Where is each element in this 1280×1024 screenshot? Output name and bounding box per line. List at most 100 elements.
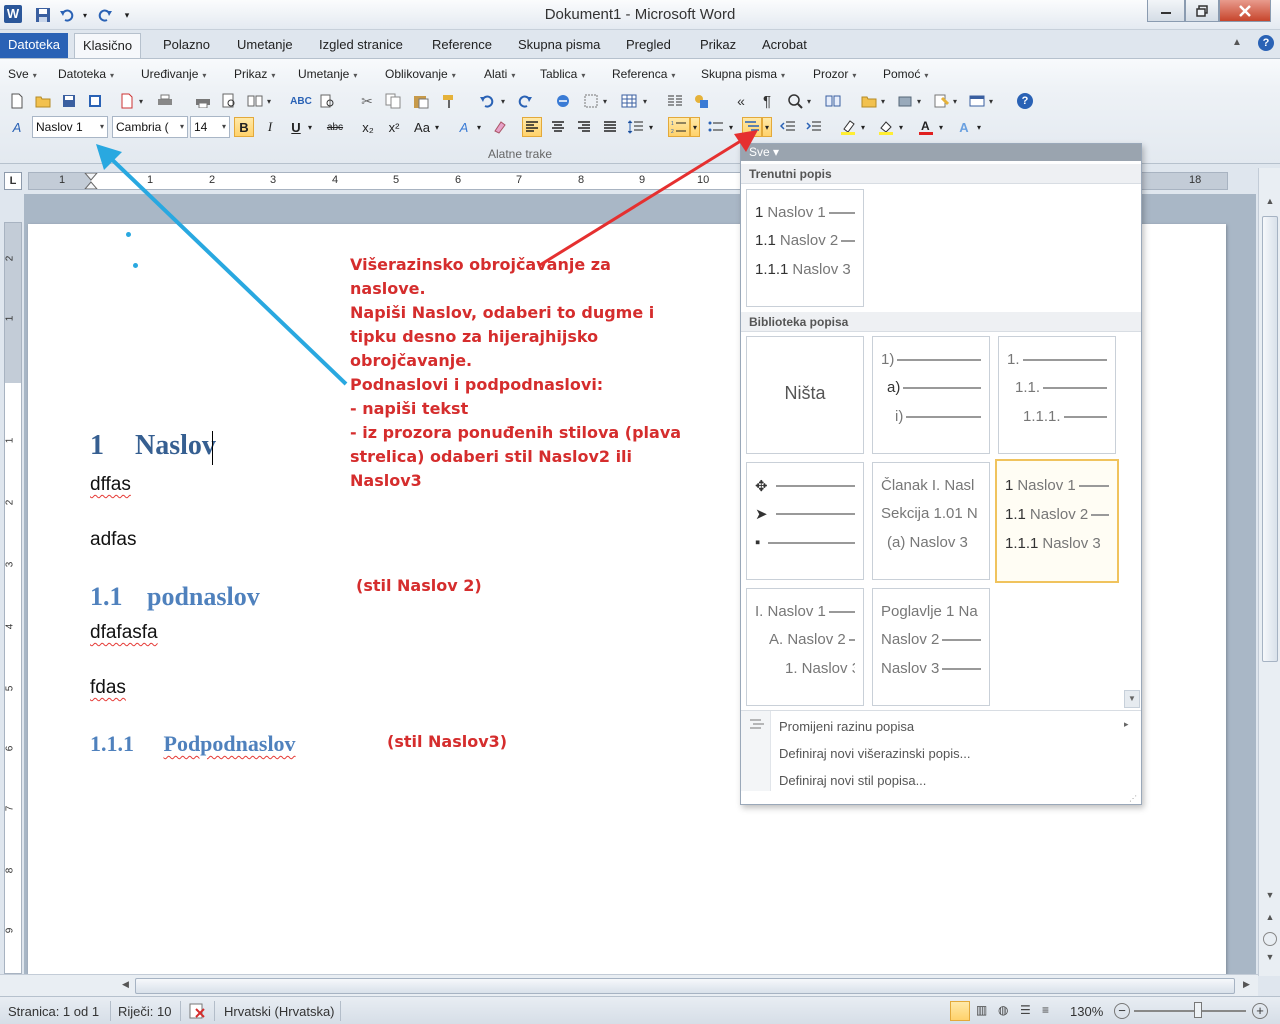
drawing-icon[interactable] [692, 92, 710, 110]
vertical-scroll-thumb[interactable] [1262, 216, 1278, 662]
vertical-ruler[interactable]: 2 1 1 2 3 4 5 6 7 8 9 [4, 222, 22, 974]
underline-dropdown-icon[interactable]: ▾ [305, 117, 315, 137]
font-size-combo[interactable]: 14 ▾ [190, 116, 230, 138]
menu-prikaz[interactable]: Prikaz ▾ [234, 67, 275, 81]
list-style-none[interactable]: Ništa [746, 336, 864, 454]
draft-view-icon[interactable]: ≡ [1042, 1003, 1049, 1017]
folder-icon[interactable] [860, 92, 878, 110]
highlight-dropdown-icon[interactable]: ▾ [858, 117, 868, 137]
menu-sve[interactable]: Sve ▾ [8, 67, 37, 81]
tab-selector[interactable]: L [4, 172, 22, 190]
zoom-slider[interactable] [1134, 1010, 1246, 1012]
research-icon[interactable] [318, 92, 336, 110]
cut-icon[interactable]: ✂ [358, 92, 376, 110]
window-dropdown-icon[interactable]: ▾ [986, 92, 996, 110]
folder-dropdown-icon[interactable]: ▾ [878, 92, 888, 110]
paragraph[interactable]: dffas [90, 474, 131, 496]
scroll-left-icon[interactable]: ◀ [122, 979, 129, 990]
list-style-bullets[interactable]: ✥ ➤ ▪ [746, 462, 864, 580]
help-icon[interactable]: ? [1258, 35, 1274, 51]
borders-dropdown-icon[interactable]: ▾ [600, 92, 610, 110]
restore-button[interactable] [1185, 0, 1219, 22]
reading-view-icon[interactable] [824, 92, 842, 110]
text-glow-icon[interactable]: A [954, 117, 974, 137]
highlight-icon[interactable] [838, 117, 858, 137]
text-effects-dropdown-icon[interactable]: ▾ [474, 117, 484, 137]
bullets-dropdown-icon[interactable]: ▾ [726, 117, 736, 137]
browse-object-icon[interactable] [1263, 932, 1277, 946]
justify-button[interactable] [600, 117, 620, 137]
format-painter-icon[interactable] [440, 92, 458, 110]
vertical-scrollbar[interactable]: ▲ ▼ ▲ ▼ [1258, 168, 1280, 976]
tab-izgled-stranice[interactable]: Izgled stranice [311, 33, 411, 58]
menu-tablica[interactable]: Tablica ▾ [540, 67, 585, 81]
tab-prikaz[interactable]: Prikaz [692, 33, 744, 58]
scroll-right-icon[interactable]: ▶ [1243, 979, 1250, 990]
line-spacing-dropdown-icon[interactable]: ▾ [646, 117, 656, 137]
menu-prozor[interactable]: Prozor ▾ [813, 67, 856, 81]
copy-icon[interactable] [384, 92, 402, 110]
multilevel-list-dropdown-icon[interactable]: ▾ [762, 117, 772, 137]
resize-grip-icon[interactable]: ⋰ [1129, 794, 1137, 803]
menu-referenca[interactable]: Referenca ▾ [612, 67, 675, 81]
insert-table-icon[interactable] [620, 92, 638, 110]
window-icon[interactable] [968, 92, 986, 110]
numbering-button[interactable]: 12 [668, 117, 690, 137]
indent-marker-icon[interactable] [83, 173, 99, 189]
zoom-dropdown-icon[interactable]: ▾ [804, 92, 814, 110]
read-mode-dropdown-icon[interactable]: ▾ [264, 92, 274, 110]
print-icon[interactable] [156, 92, 174, 110]
horizontal-scroll-thumb[interactable] [135, 978, 1235, 994]
align-right-button[interactable] [574, 117, 594, 137]
zoom-slider-thumb[interactable] [1194, 1002, 1202, 1018]
pdf-dropdown-icon[interactable]: ▾ [136, 92, 146, 110]
numbering-dropdown-icon[interactable]: ▾ [690, 117, 700, 137]
tab-umetanje[interactable]: Umetanje [229, 33, 301, 58]
print-layout-view-icon[interactable] [950, 1001, 970, 1021]
quick-print-icon[interactable] [194, 92, 212, 110]
change-case-button[interactable]: Aa [410, 117, 434, 137]
tab-acrobat[interactable]: Acrobat [754, 33, 815, 58]
undo-icon[interactable] [478, 92, 496, 110]
previous-page-icon[interactable]: ▲ [1262, 912, 1278, 928]
align-center-button[interactable] [548, 117, 568, 137]
heading-1[interactable]: 1 Naslov [90, 430, 216, 462]
review-dropdown-icon[interactable]: ▾ [950, 92, 960, 110]
web-layout-view-icon[interactable]: ◍ [998, 1003, 1008, 1017]
horizontal-scrollbar[interactable]: ◀ ▶ [0, 974, 1258, 996]
zoom-icon[interactable] [786, 92, 804, 110]
tab-reference[interactable]: Reference [424, 33, 500, 58]
print-preview-icon[interactable] [220, 92, 238, 110]
proofing-icon[interactable] [188, 1001, 208, 1021]
macro-dropdown-icon[interactable]: ▾ [914, 92, 924, 110]
shading-dropdown-icon[interactable]: ▾ [896, 117, 906, 137]
paragraph[interactable]: adfas [90, 529, 136, 551]
menu-datoteka[interactable]: Datoteka ▾ [58, 67, 114, 81]
open-folder-icon[interactable] [34, 92, 52, 110]
list-style-roman[interactable]: I. Naslov 1 A. Naslov 2 1. Naslov 3 [746, 588, 864, 706]
style-combo[interactable]: Naslov 1 ▾ [32, 116, 108, 138]
tab-skupna-pisma[interactable]: Skupna pisma [510, 33, 608, 58]
multilevel-list-button[interactable] [742, 117, 762, 137]
undo-dropdown-icon[interactable]: ▾ [498, 92, 508, 110]
zoom-in-icon[interactable]: + [1252, 1003, 1268, 1019]
zoom-level[interactable]: 130% [1070, 1004, 1103, 1019]
close-button[interactable] [1219, 0, 1271, 22]
outline-view-icon[interactable]: ☰ [1020, 1003, 1031, 1017]
gallery-scroll-down-icon[interactable]: ▼ [1124, 690, 1140, 708]
menu-pomoc[interactable]: Pomoć ▾ [883, 67, 928, 81]
pdf-icon[interactable] [118, 92, 136, 110]
ribbon-minimize-icon[interactable]: ▲ [1232, 37, 1242, 48]
save-as-icon[interactable] [86, 92, 104, 110]
italic-button[interactable]: I [260, 117, 280, 137]
next-page-icon[interactable]: ▼ [1262, 952, 1278, 968]
list-style-heading-selected[interactable]: 1 Naslov 1 1.1 Naslov 2 1.1.1 Naslov 3 [995, 459, 1119, 583]
minimize-button[interactable] [1147, 0, 1185, 22]
redo-icon[interactable] [516, 92, 534, 110]
tab-datoteka[interactable]: Datoteka [0, 33, 68, 58]
scroll-up-icon[interactable]: ▲ [1262, 196, 1278, 212]
underline-button[interactable]: U [286, 117, 306, 137]
clear-formatting-icon[interactable] [490, 117, 510, 137]
page-count[interactable]: Stranica: 1 od 1 [8, 1004, 99, 1019]
columns-icon[interactable] [666, 92, 684, 110]
